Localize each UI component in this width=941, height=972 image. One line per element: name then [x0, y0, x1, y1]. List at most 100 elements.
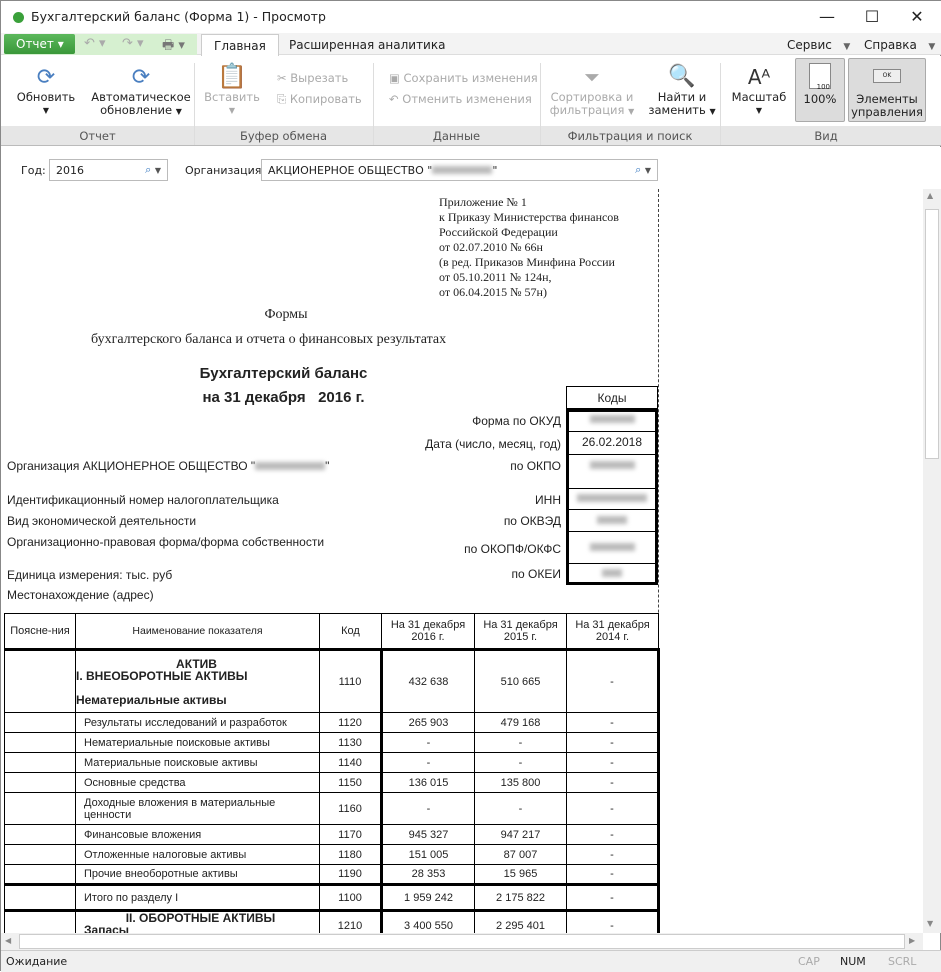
service-label: Сервис [787, 38, 832, 52]
find-label-2: заменить [648, 103, 706, 117]
vertical-scrollbar[interactable]: ▲ ▼ [923, 189, 941, 933]
page-100-icon: 100 [809, 63, 831, 91]
horizontal-scroll-thumb[interactable] [19, 934, 905, 949]
undo-label: Отменить изменения [402, 92, 532, 106]
zoom-button[interactable]: Aᴬ Масштаб ▼ [729, 63, 789, 117]
refresh-button[interactable]: ⟳ Обновить ▼ [13, 65, 79, 117]
table-cell: - [566, 909, 660, 933]
okei-value [566, 564, 658, 585]
table-row: Прочие внеоборотные активы 1190 28 353 15 9… [4, 864, 660, 885]
scroll-lock-indicator: SCRL [888, 955, 917, 968]
column-header: На 31 декабря 2016 г. [381, 613, 475, 650]
appendix-note: Приложение № 1к Приказу Министерства фин… [439, 195, 619, 300]
search-icon[interactable]: ⌕ ▼ [145, 163, 161, 177]
table-cell: 2 295 401 [474, 909, 567, 933]
table-cell: 87 007 [474, 844, 567, 865]
auto-refresh-icon: ⟳ [131, 65, 151, 90]
forms-heading: Формы [264, 307, 308, 322]
save-changes-button[interactable]: ▣ Сохранить изменения [389, 72, 538, 85]
okved-value [566, 510, 658, 532]
table-cell: - [474, 732, 567, 753]
scroll-down-icon[interactable]: ▼ [927, 919, 933, 928]
vertical-scroll-thumb[interactable] [925, 209, 939, 459]
paste-button[interactable]: 📋 Вставить ▼ [204, 61, 260, 117]
table-row: Доходные вложения в материальные ценност… [4, 792, 660, 825]
table-cell: - [566, 732, 660, 753]
tab-home[interactable]: Главная [201, 34, 279, 56]
controls-icon: OK [873, 69, 901, 83]
zoom-100-button[interactable]: 100 100% [795, 58, 845, 122]
table-row: АКТИВ I. ВНЕОБОРОТНЫЕ АКТИВЫ Нематериальны… [4, 648, 660, 713]
table-cell: 1150 [319, 772, 382, 793]
table-cell: Нематериальные поисковые активы [75, 732, 320, 753]
appendix-line: Приложение № 1 [439, 195, 527, 209]
tab-advanced-analytics[interactable]: Расширенная аналитика [277, 34, 457, 56]
scroll-left-icon[interactable]: ◀ [5, 936, 11, 945]
auto-refresh-button[interactable]: ⟳ Автоматическое обновление ▼ [91, 65, 191, 118]
table-cell: - [566, 712, 660, 733]
table-row: II. ОБОРОТНЫЕ АКТИВЫ Запасы 1210 3 400 550 2… [4, 909, 660, 933]
zoom-label: Масштаб [731, 90, 787, 104]
forms-subheading: бухгалтерского баланса и отчета о финанс… [91, 332, 447, 347]
minimize-button[interactable]: — [804, 5, 850, 29]
date-label: Дата (число, месяц, год) [425, 437, 561, 451]
table-cell: Финансовые вложения [75, 824, 320, 845]
organization-select[interactable]: АКЦИОНЕРНОЕ ОБЩЕСТВО " " ⌕ ▼ [261, 159, 658, 181]
undo-changes-button[interactable]: ↶ Отменить изменения [389, 93, 532, 106]
table-cell: 1110 [319, 648, 382, 713]
sort-filter-button[interactable]: ⏷ Сортировка и фильтрация ▼ [549, 63, 635, 118]
horizontal-scrollbar[interactable]: ◀ ▶ [1, 933, 923, 950]
year-select[interactable]: 2016 ⌕ ▼ [49, 159, 168, 181]
find-replace-button[interactable]: 🔍 Найти и заменить ▼ [647, 63, 717, 118]
funnel-icon: ⏷ [584, 65, 600, 89]
table-cell: 15 965 [474, 864, 567, 885]
search-icon[interactable]: ⌕ ▼ [635, 163, 651, 177]
table-cell [4, 883, 76, 911]
close-button[interactable]: ✕ [894, 5, 940, 29]
table-cell: 1100 [319, 883, 382, 911]
column-header: На 31 декабря 2015 г. [474, 613, 567, 650]
organization-value: АКЦИОНЕРНОЕ ОБЩЕСТВО " [268, 164, 433, 177]
copy-button[interactable]: ⎘ Копировать [277, 93, 362, 106]
status-text: Ожидание [6, 955, 68, 968]
table-cell: - [566, 752, 660, 773]
appendix-line: от 02.07.2010 № 66н [439, 240, 543, 254]
report-title: Бухгалтерский баланс [199, 365, 368, 382]
redo-icon[interactable]: ↷ ▾ [122, 36, 144, 51]
clipboard-icon: 📋 [217, 62, 247, 90]
organization-name-text: Организация АКЦИОНЕРНОЕ ОБЩЕСТВО " [7, 459, 256, 473]
table-cell: - [566, 824, 660, 845]
table-row: Отложенные налоговые активы 1180 151 005 87… [4, 844, 660, 865]
column-header: Наименование показателя [75, 613, 320, 650]
table-cell: 1130 [319, 732, 382, 753]
table-cell: Прочие внеоборотные активы [75, 864, 320, 885]
print-icon[interactable]: 🖶 ▾ [162, 36, 185, 58]
table-cell: 2 175 822 [474, 883, 567, 911]
inn-caption: Идентификационный номер налогоплательщик… [7, 493, 279, 507]
table-cell: 135 800 [474, 772, 567, 793]
table-cell: - [380, 752, 475, 773]
cut-button[interactable]: ✂ Вырезать [277, 72, 348, 85]
table-cell: - [474, 752, 567, 773]
report-menu-button[interactable]: Отчет ▾ [4, 34, 75, 54]
undo-icon[interactable]: ↶ ▾ [84, 36, 106, 51]
num-indicator: NUM [840, 955, 866, 968]
controls-button[interactable]: OK Элементы управления [848, 58, 926, 122]
organization-name: Организация АКЦИОНЕРНОЕ ОБЩЕСТВО " " [7, 459, 330, 473]
scroll-up-icon[interactable]: ▲ [927, 191, 933, 200]
table-cell [4, 909, 76, 933]
table-row: Результаты исследований и разработок 1120… [4, 712, 660, 733]
service-menu[interactable]: Сервис ▼ [787, 38, 850, 52]
table-cell: 510 665 [474, 648, 567, 713]
help-menu[interactable]: Справка ▼ [864, 38, 935, 52]
group-label-clipboard: Буфер обмена [239, 129, 327, 143]
report-label: Отчет [16, 37, 54, 51]
maximize-button[interactable]: ☐ [849, 5, 895, 29]
scroll-right-icon[interactable]: ▶ [909, 936, 915, 945]
sort-label-2: фильтрация [549, 103, 625, 117]
table-cell: 1190 [319, 864, 382, 885]
subsection-heading: Запасы [84, 923, 130, 933]
group-label-data: Данные [432, 129, 481, 143]
table-cell [4, 824, 76, 845]
table-cell: 3 400 550 [380, 909, 475, 933]
